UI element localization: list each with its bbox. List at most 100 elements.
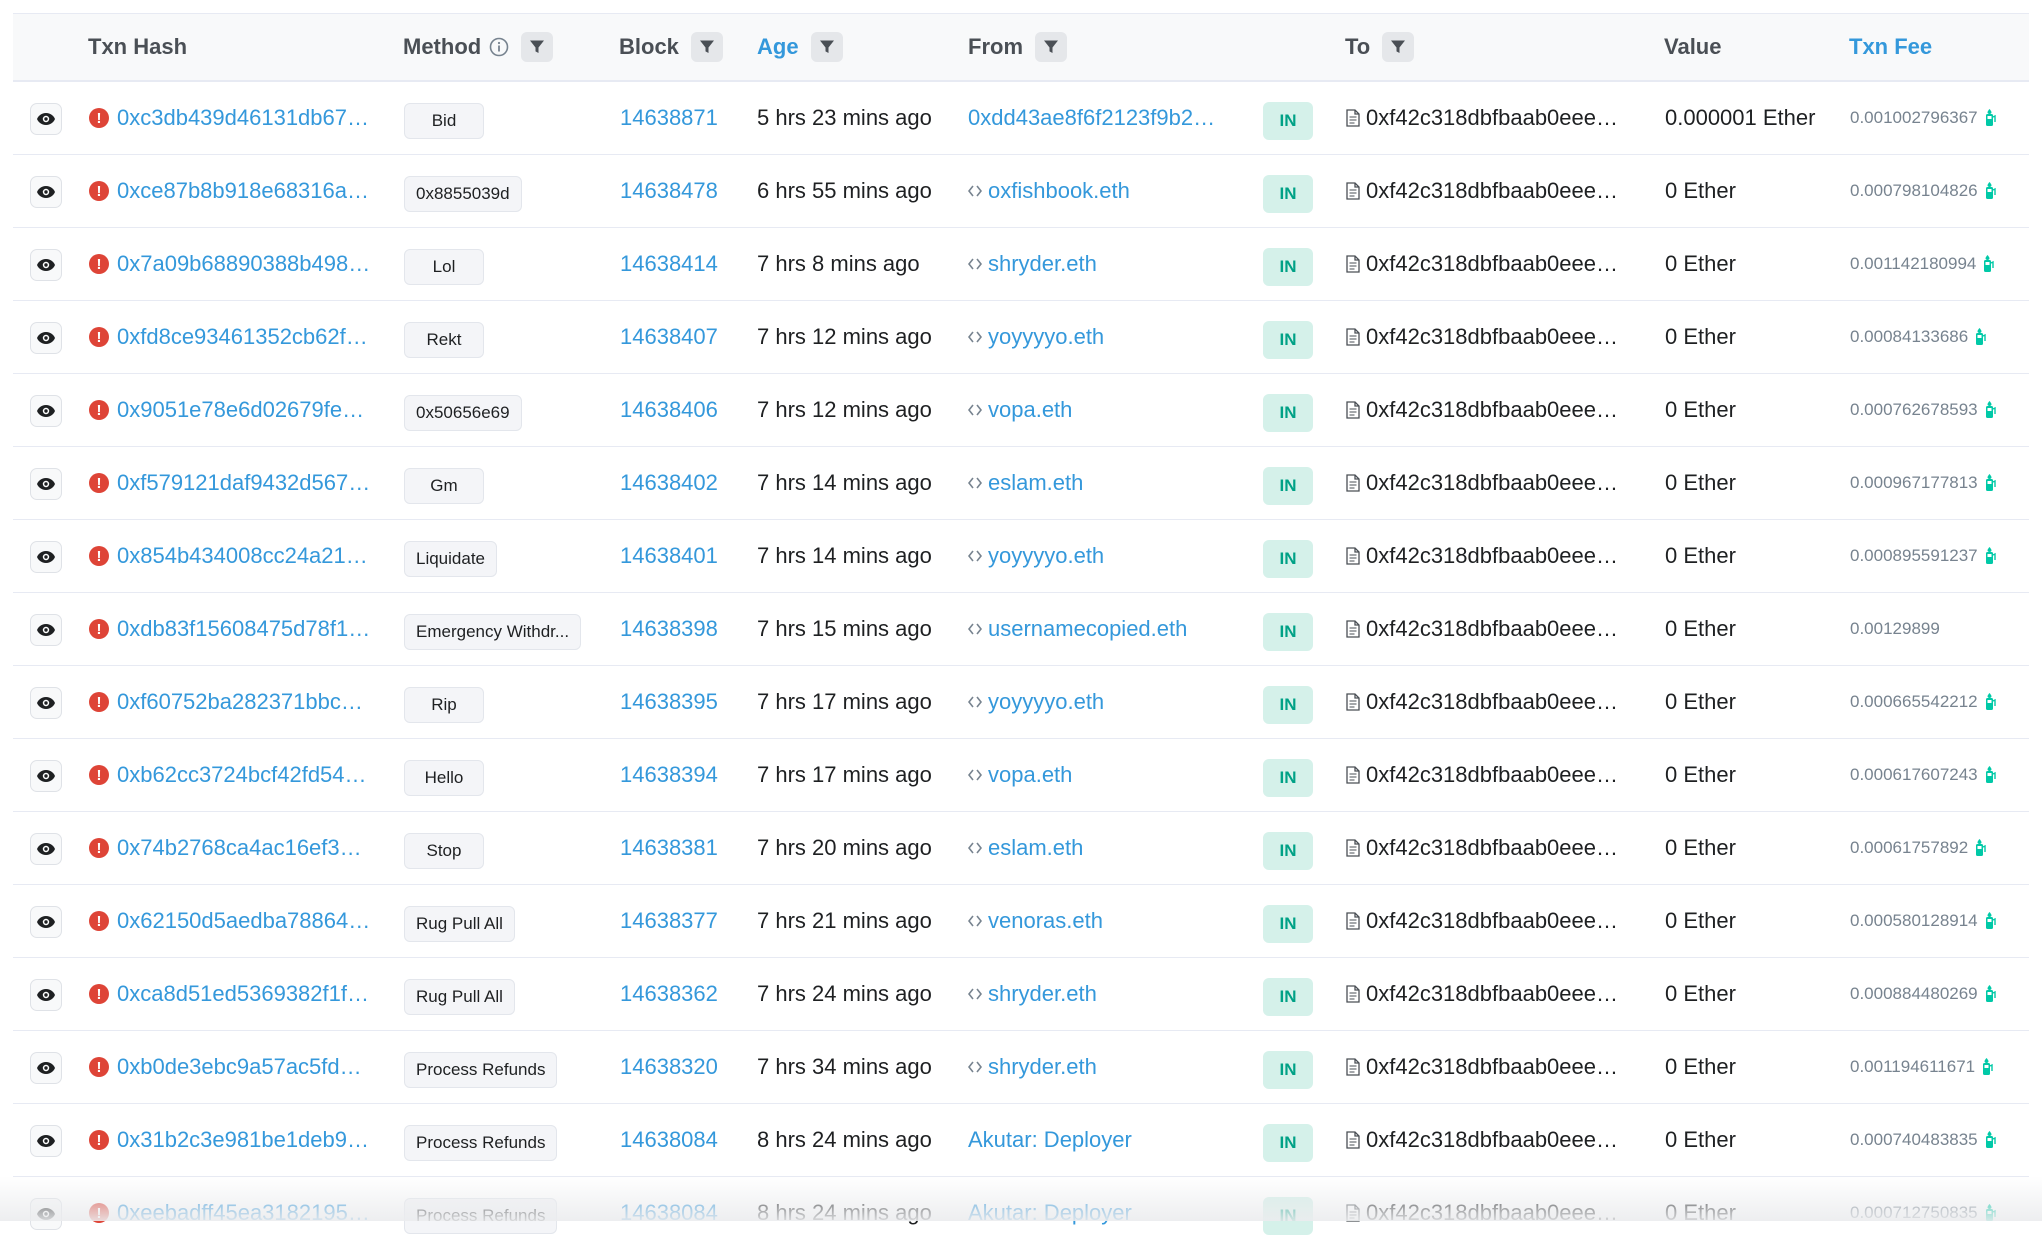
gas-pump-icon[interactable] — [1984, 1203, 1996, 1223]
method-badge[interactable]: Lol — [404, 249, 484, 285]
to-address-link[interactable]: 0xf42c318dbfbaab0eee… — [1366, 251, 1618, 277]
txn-hash-link[interactable]: 0x9051e78e6d02679fe… — [117, 397, 364, 423]
eye-icon[interactable] — [30, 103, 62, 135]
to-address-link[interactable]: 0xf42c318dbfbaab0eee… — [1366, 1127, 1618, 1153]
to-address-link[interactable]: 0xf42c318dbfbaab0eee… — [1366, 1200, 1618, 1226]
txn-hash-link[interactable]: 0x7a09b68890388b498… — [117, 251, 370, 277]
method-badge[interactable]: Emergency Withdr... — [404, 614, 582, 650]
eye-icon[interactable] — [30, 687, 62, 719]
from-address-link[interactable]: shryder.eth — [988, 1054, 1097, 1080]
to-address-link[interactable]: 0xf42c318dbfbaab0eee… — [1366, 981, 1618, 1007]
eye-icon[interactable] — [30, 541, 62, 573]
block-link[interactable]: 14638401 — [620, 543, 718, 569]
from-address-link[interactable]: yoyyyyo.eth — [988, 324, 1104, 350]
gas-pump-icon[interactable] — [1984, 911, 1996, 931]
eye-icon[interactable] — [30, 322, 62, 354]
block-link[interactable]: 14638381 — [620, 835, 718, 861]
gas-pump-icon[interactable] — [1984, 108, 1996, 128]
block-link[interactable]: 14638395 — [620, 689, 718, 715]
txn-hash-link[interactable]: 0x74b2768ca4ac16ef3… — [117, 835, 362, 861]
gas-pump-icon[interactable] — [1974, 838, 1986, 858]
txn-hash-link[interactable]: 0xf60752ba282371bbc… — [117, 689, 363, 715]
block-link[interactable]: 14638414 — [620, 251, 718, 277]
block-link[interactable]: 14638320 — [620, 1054, 718, 1080]
eye-icon[interactable] — [30, 614, 62, 646]
method-filter-button[interactable] — [521, 32, 554, 62]
block-link[interactable]: 14638362 — [620, 981, 718, 1007]
eye-icon[interactable] — [30, 468, 62, 500]
from-address-link[interactable]: venoras.eth — [988, 908, 1103, 934]
block-link[interactable]: 14638871 — [620, 105, 718, 131]
method-badge[interactable]: 0x50656e69 — [404, 395, 522, 431]
gas-pump-icon[interactable] — [1982, 254, 1995, 274]
txn-hash-link[interactable]: 0xce87b8b918e68316a… — [117, 178, 369, 204]
from-address-link[interactable]: shryder.eth — [988, 251, 1097, 277]
txn-hash-link[interactable]: 0xb0de3ebc9a57ac5fd… — [117, 1054, 362, 1080]
txn-hash-link[interactable]: 0xfd8ce93461352cb62f… — [117, 324, 368, 350]
method-badge[interactable]: Rug Pull All — [404, 979, 515, 1015]
method-badge[interactable]: Bid — [404, 103, 484, 139]
from-address-link[interactable]: vopa.eth — [988, 397, 1072, 423]
from-address-link[interactable]: eslam.eth — [988, 470, 1083, 496]
eye-icon[interactable] — [30, 1198, 62, 1230]
to-address-link[interactable]: 0xf42c318dbfbaab0eee… — [1366, 543, 1618, 569]
txn-hash-link[interactable]: 0xb62cc3724bcf42fd54… — [117, 762, 367, 788]
gas-pump-icon[interactable] — [1984, 765, 1996, 785]
block-link[interactable]: 14638394 — [620, 762, 718, 788]
txn-hash-link[interactable]: 0xeebadff45ea3182195… — [117, 1200, 370, 1226]
header-txn-fee-toggle[interactable]: Txn Fee — [1849, 34, 1932, 60]
gas-pump-icon[interactable] — [1984, 400, 1996, 420]
method-badge[interactable]: Process Refunds — [404, 1125, 558, 1161]
gas-pump-icon[interactable] — [1984, 1130, 1996, 1150]
method-badge[interactable]: Process Refunds — [404, 1198, 558, 1234]
txn-hash-link[interactable]: 0xc3db439d46131db67… — [117, 105, 369, 131]
eye-icon[interactable] — [30, 760, 62, 792]
gas-pump-icon[interactable] — [1984, 692, 1996, 712]
from-filter-button[interactable] — [1035, 32, 1067, 62]
to-address-link[interactable]: 0xf42c318dbfbaab0eee… — [1366, 324, 1618, 350]
block-link[interactable]: 14638406 — [620, 397, 718, 423]
eye-icon[interactable] — [30, 395, 62, 427]
from-address-link[interactable]: yoyyyyo.eth — [988, 689, 1104, 715]
block-filter-button[interactable] — [690, 32, 723, 62]
from-address-link[interactable]: usernamecopied.eth — [988, 616, 1187, 642]
eye-icon[interactable] — [30, 833, 62, 865]
method-badge[interactable]: Rip — [404, 687, 484, 723]
to-address-link[interactable]: 0xf42c318dbfbaab0eee… — [1366, 178, 1618, 204]
to-address-link[interactable]: 0xf42c318dbfbaab0eee… — [1366, 105, 1618, 131]
from-address-link[interactable]: Akutar: Deployer — [968, 1127, 1132, 1153]
method-badge[interactable]: Liquidate — [404, 541, 498, 577]
to-address-link[interactable]: 0xf42c318dbfbaab0eee… — [1366, 470, 1618, 496]
block-link[interactable]: 14638407 — [620, 324, 718, 350]
to-address-link[interactable]: 0xf42c318dbfbaab0eee… — [1366, 689, 1618, 715]
eye-icon[interactable] — [30, 1125, 62, 1157]
to-address-link[interactable]: 0xf42c318dbfbaab0eee… — [1366, 762, 1618, 788]
block-link[interactable]: 14638377 — [620, 908, 718, 934]
txn-hash-link[interactable]: 0xdb83f15608475d78f1… — [117, 616, 370, 642]
eye-icon[interactable] — [30, 1052, 62, 1084]
txn-hash-link[interactable]: 0x31b2c3e981be1deb9… — [117, 1127, 369, 1153]
header-age-toggle[interactable]: Age — [757, 34, 799, 60]
eye-icon[interactable] — [30, 906, 62, 938]
txn-hash-link[interactable]: 0xf579121daf9432d567… — [117, 470, 370, 496]
method-badge[interactable]: Rug Pull All — [404, 906, 515, 942]
gas-pump-icon[interactable] — [1974, 327, 1986, 347]
gas-pump-icon[interactable] — [1981, 1057, 1993, 1077]
to-address-link[interactable]: 0xf42c318dbfbaab0eee… — [1366, 1054, 1618, 1080]
block-link[interactable]: 14638402 — [620, 470, 718, 496]
to-filter-button[interactable] — [1382, 32, 1415, 62]
gas-pump-icon[interactable] — [1984, 984, 1996, 1004]
method-badge[interactable]: Rekt — [404, 322, 484, 358]
block-link[interactable]: 14638084 — [620, 1200, 718, 1226]
block-link[interactable]: 14638478 — [620, 178, 718, 204]
eye-icon[interactable] — [30, 249, 62, 281]
method-badge[interactable]: 0x8855039d — [404, 176, 522, 212]
gas-pump-icon[interactable] — [1984, 181, 1996, 201]
txn-hash-link[interactable]: 0xca8d51ed5369382f1f… — [117, 981, 369, 1007]
eye-icon[interactable] — [30, 979, 62, 1011]
method-badge[interactable]: Gm — [404, 468, 484, 504]
txn-hash-link[interactable]: 0x854b434008cc24a21… — [117, 543, 368, 569]
txn-hash-link[interactable]: 0x62150d5aedba78864… — [117, 908, 370, 934]
block-link[interactable]: 14638084 — [620, 1127, 718, 1153]
from-address-link[interactable]: eslam.eth — [988, 835, 1083, 861]
